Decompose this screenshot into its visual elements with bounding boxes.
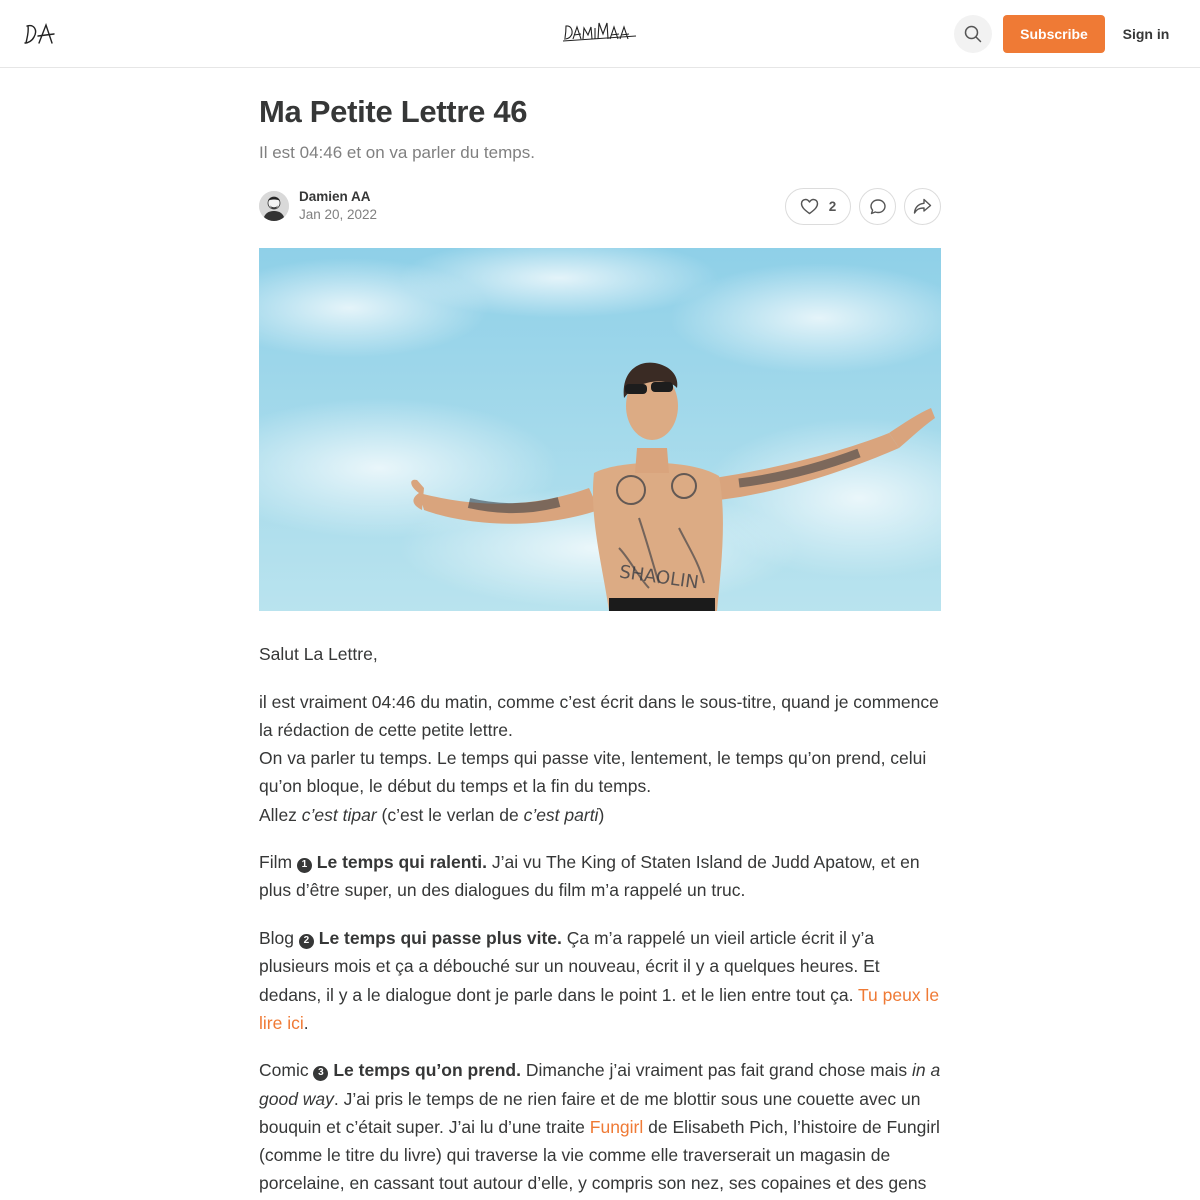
post-title: Ma Petite Lettre 46 [259, 94, 528, 129]
film-prefix: Film [259, 852, 297, 873]
blog-heading: Le temps qui passe plus vite. [318, 928, 562, 949]
share-button[interactable] [904, 188, 941, 225]
intro-em-1: c’est tipar [301, 804, 377, 825]
comment-icon [869, 198, 886, 214]
comic-prefix: Comic [259, 1060, 314, 1081]
blog-paragraph: Blog 2 Le temps qui passe plus vite. Ça … [259, 924, 945, 1037]
author-avatar[interactable] [259, 191, 289, 221]
intro-line-2: On va parler tu temps. Le temps qui pass… [259, 748, 927, 797]
intro-em-2: c’est parti [523, 804, 599, 825]
comic-heading: Le temps qu’on prend. [333, 1060, 521, 1081]
number-3-icon: 3 [313, 1066, 329, 1082]
like-button[interactable]: 2 [785, 188, 851, 225]
top-bar: Subscribe Sign in [0, 0, 1200, 68]
logo-damimaa[interactable] [562, 20, 638, 46]
share-icon [913, 198, 932, 214]
sign-in-link[interactable]: Sign in [1116, 15, 1176, 53]
greeting-paragraph: Salut La Lettre, [259, 644, 378, 664]
comic-text-1: Dimanche j’ai vraiment pas fait grand ch… [520, 1060, 912, 1081]
post-subtitle: Il est 04:46 et on va parler du temps. [259, 143, 535, 162]
comment-button[interactable] [859, 188, 896, 225]
subscribe-button[interactable]: Subscribe [1003, 15, 1105, 53]
hero-image: SHAOLIN [259, 248, 941, 611]
intro-line-1: il est vraiment 04:46 du matin, comme c’… [259, 691, 939, 740]
intro-line-3a: Allez [259, 804, 302, 825]
search-button[interactable] [954, 15, 992, 53]
post-body: Salut La Lettre, il est vraiment 04:46 d… [259, 640, 945, 1200]
number-2-icon: 2 [298, 933, 314, 949]
intro-line-3c: ) [598, 804, 605, 825]
blog-prefix: Blog [259, 928, 299, 949]
film-paragraph: Film 1 Le temps qui ralenti. J’ai vu The… [259, 848, 945, 904]
post-date: Jan 20, 2022 [299, 207, 378, 222]
blog-end: . [303, 1012, 309, 1033]
logo-da[interactable] [24, 20, 56, 48]
search-icon [964, 25, 982, 43]
number-1-icon: 1 [296, 857, 312, 873]
like-count: 2 [828, 199, 837, 214]
intro-line-3b: (c’est le verlan de [376, 804, 524, 825]
film-heading: Le temps qui ralenti. [316, 852, 487, 873]
heart-icon [800, 198, 818, 215]
author-name[interactable]: Damien AA [299, 189, 371, 204]
fungirl-link[interactable]: Fungirl [590, 1117, 644, 1137]
comic-paragraph: Comic 3 Le temps qu’on prend. Dimanche j… [259, 1056, 945, 1200]
intro-paragraph: il est vraiment 04:46 du matin, comme c’… [259, 688, 945, 829]
